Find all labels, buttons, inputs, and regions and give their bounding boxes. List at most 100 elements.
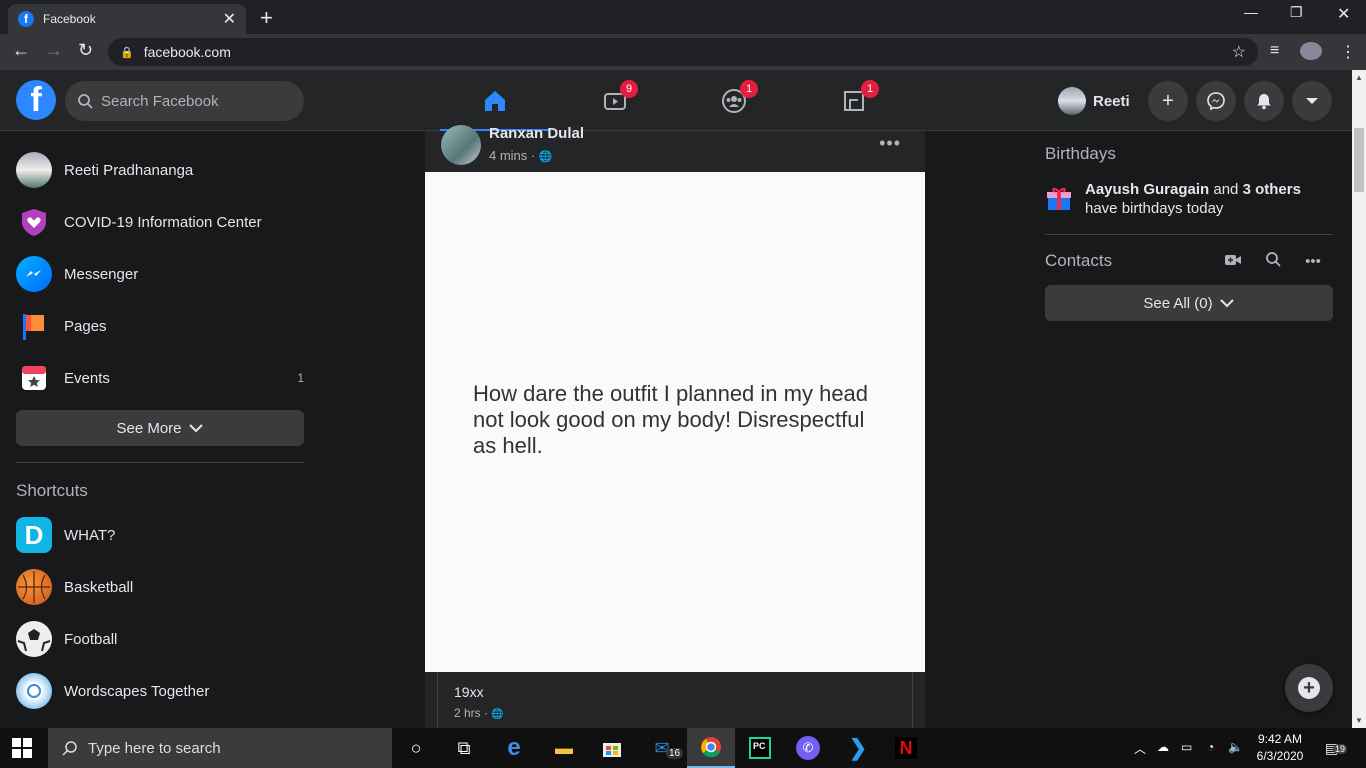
- post-options-icon[interactable]: •••: [879, 133, 901, 154]
- birthday-item[interactable]: Aayush Guragain and 3 others have birthd…: [1045, 180, 1333, 218]
- notifications-button[interactable]: [1244, 81, 1284, 121]
- restore-icon[interactable]: ❐: [1290, 4, 1303, 21]
- viber-icon[interactable]: ✆: [784, 728, 832, 768]
- action-center-icon[interactable]: ▤ 19: [1325, 740, 1348, 757]
- birthday-others[interactable]: 3 others: [1243, 181, 1301, 198]
- tab-home[interactable]: [440, 70, 550, 132]
- avatar[interactable]: [441, 125, 481, 165]
- tab-gaming[interactable]: 1: [799, 70, 909, 131]
- new-message-button[interactable]: +: [1285, 664, 1333, 712]
- window-close-icon[interactable]: ✕: [1337, 4, 1350, 24]
- post-image[interactable]: How dare the outfit I planned in my head…: [425, 172, 925, 672]
- shortcut-what[interactable]: D WHAT?: [8, 509, 312, 561]
- shared-author[interactable]: 19xx: [454, 684, 896, 700]
- forward-icon[interactable]: →: [45, 40, 63, 61]
- birthday-text: Aayush Guragain and 3 others have birthd…: [1085, 180, 1333, 218]
- address-bar-row: ← → ↻ 🔒 facebook.com ☆ ≡ ⋮: [0, 34, 1366, 70]
- scroll-down-icon[interactable]: ▼: [1355, 716, 1363, 725]
- reload-icon[interactable]: ↻: [78, 40, 93, 61]
- netflix-icon[interactable]: N: [882, 728, 930, 768]
- sidebar-item-label: Messenger: [64, 265, 139, 283]
- pycharm-icon[interactable]: PC: [736, 728, 784, 768]
- search-icon[interactable]: [1253, 251, 1293, 271]
- groups-badge: 1: [740, 80, 758, 98]
- file-explorer-icon[interactable]: ▬: [540, 728, 588, 768]
- cortana-icon[interactable]: ○: [392, 728, 440, 768]
- sidebar-item-events[interactable]: Events 1: [8, 352, 312, 404]
- browser-tab[interactable]: f Facebook ✕: [8, 4, 246, 34]
- football-icon: [16, 621, 52, 657]
- close-tab-icon[interactable]: ✕: [223, 9, 236, 29]
- contacts-header: Contacts •••: [1045, 251, 1333, 271]
- see-more-button[interactable]: See More: [16, 410, 304, 446]
- search-input[interactable]: Search Facebook: [65, 81, 304, 121]
- mail-icon[interactable]: ✉ 16: [638, 728, 686, 768]
- facebook-logo-icon[interactable]: f: [16, 80, 56, 120]
- profile-link[interactable]: Reeti: [1058, 84, 1130, 118]
- chevron-down-icon: [1219, 299, 1234, 308]
- sidebar-item-covid[interactable]: COVID-19 Information Center: [8, 196, 312, 248]
- shortcut-basketball[interactable]: Basketball: [8, 561, 312, 613]
- search-placeholder: Search Facebook: [101, 92, 219, 110]
- tab-groups[interactable]: 1: [679, 70, 789, 131]
- account-menu-button[interactable]: [1292, 81, 1332, 121]
- sidebar-item-profile[interactable]: Reeti Pradhananga: [8, 144, 312, 196]
- profile-name: Reeti: [1093, 92, 1130, 110]
- shortcut-wordscapes[interactable]: Wordscapes Together: [8, 665, 312, 717]
- globe-icon: 🌐: [538, 151, 553, 163]
- wordscapes-icon: [16, 673, 52, 709]
- see-all-contacts-button[interactable]: See All (0): [1045, 285, 1333, 321]
- more-options-icon[interactable]: •••: [1293, 253, 1333, 270]
- battery-icon[interactable]: ▭: [1181, 740, 1192, 754]
- post-author[interactable]: Ranxan Dulal: [489, 125, 584, 142]
- windows-taskbar: Type here to search ○ ⧉ e ▬ ✉ 16 PC ✆ ❯ N…: [0, 728, 1366, 768]
- tab-watch[interactable]: 9: [560, 70, 670, 131]
- scrollbar-thumb[interactable]: [1354, 128, 1364, 192]
- show-hidden-icons-icon[interactable]: ︿: [1134, 740, 1146, 757]
- post-meta: 4 mins · 🌐: [489, 148, 584, 163]
- new-tab-button[interactable]: +: [260, 5, 273, 31]
- taskbar-search-input[interactable]: Type here to search: [48, 728, 392, 768]
- search-icon: [62, 741, 77, 756]
- shared-time[interactable]: 2 hrs ·: [454, 706, 491, 720]
- profile-avatar-icon[interactable]: [1300, 42, 1322, 60]
- shortcut-label: Wordscapes Together: [64, 682, 210, 700]
- page-scrollbar[interactable]: ▲ ▼: [1352, 70, 1366, 728]
- sidebar-item-label: Events: [64, 369, 110, 387]
- birthday-name[interactable]: Aayush Guragain: [1085, 181, 1209, 198]
- facebook-favicon-icon: f: [18, 11, 34, 27]
- bookmark-star-icon[interactable]: ☆: [1232, 42, 1246, 62]
- browser-menu-icon[interactable]: ⋮: [1340, 42, 1356, 62]
- shortcuts-heading: Shortcuts: [16, 481, 88, 500]
- chrome-icon[interactable]: [687, 728, 735, 768]
- edge-icon[interactable]: e: [490, 728, 538, 768]
- media-control-icon[interactable]: ≡: [1270, 42, 1279, 60]
- url-field[interactable]: 🔒 facebook.com ☆: [108, 38, 1258, 66]
- caret-down-icon: [1306, 98, 1318, 104]
- contacts-heading: Contacts: [1045, 251, 1113, 270]
- back-icon[interactable]: ←: [12, 40, 30, 61]
- store-icon[interactable]: [588, 728, 636, 768]
- flag-icon: [16, 308, 52, 344]
- shortcut-label: Basketball: [64, 578, 134, 596]
- post-time[interactable]: 4 mins ·: [489, 148, 539, 163]
- task-view-icon[interactable]: ⧉: [440, 728, 488, 768]
- gaming-badge: 1: [861, 80, 879, 98]
- taskbar-clock[interactable]: 9:42 AM 6/3/2020: [1252, 731, 1308, 765]
- vscode-icon[interactable]: ❯: [834, 728, 882, 768]
- tab-title: Facebook: [43, 12, 96, 26]
- onedrive-icon[interactable]: ☁: [1157, 740, 1169, 754]
- sidebar-item-messenger[interactable]: Messenger: [8, 248, 312, 300]
- volume-icon[interactable]: 🔈: [1228, 740, 1243, 754]
- shortcut-football[interactable]: Football: [8, 613, 312, 665]
- create-button[interactable]: +: [1148, 81, 1188, 121]
- wifi-icon[interactable]: ◔: [1207, 740, 1214, 754]
- windows-start-icon[interactable]: [12, 738, 32, 758]
- minimize-icon[interactable]: —: [1244, 4, 1258, 20]
- gift-icon: [1045, 180, 1073, 216]
- facebook-header: f Search Facebook 9 1 1 Reeti +: [0, 70, 1352, 132]
- messenger-button[interactable]: [1196, 81, 1236, 121]
- scroll-up-icon[interactable]: ▲: [1355, 73, 1363, 82]
- sidebar-item-pages[interactable]: Pages: [8, 300, 312, 352]
- new-room-icon[interactable]: [1213, 253, 1253, 270]
